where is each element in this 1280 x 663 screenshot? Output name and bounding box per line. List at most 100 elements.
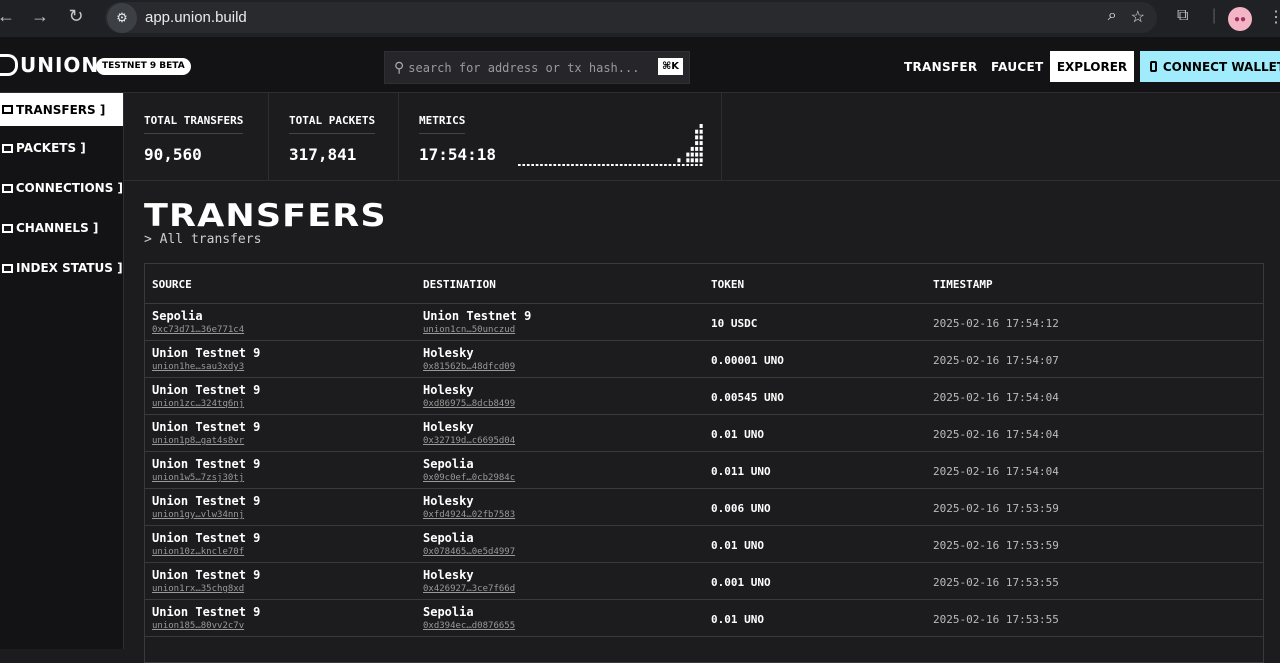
chart-baseline-tick [615, 164, 619, 166]
destination-chain: Sepolia [423, 531, 474, 545]
sidebar-item-connections[interactable]: CONNECTIONS ] [0, 168, 123, 208]
source-address[interactable]: union1p8…gat4s8vr [152, 436, 244, 446]
sidebar-item-index-status[interactable]: INDEX STATUS ] [0, 248, 123, 288]
chart-baseline-tick [597, 164, 601, 166]
table-row[interactable]: Union Testnet 9 union1he…sau3xdy3 Holesky 0… [145, 341, 1263, 378]
chart-baseline-tick [593, 164, 596, 166]
search-input[interactable] [408, 60, 649, 75]
source-address[interactable]: union1w5…7zsj30tj [152, 473, 244, 483]
timestamp: 2025-02-16 17:53:55 [933, 613, 1059, 626]
table-row[interactable]: Union Testnet 9 union185…80vv2c7v Sepolia 0… [145, 600, 1263, 637]
token-amount: 0.011 UNO [711, 465, 771, 478]
source-address[interactable]: union1zc…324tq6nj [152, 399, 244, 409]
stat-value: 90,560 [144, 145, 202, 164]
table-row[interactable]: Union Testnet 9 union1zc…324tq6nj Holesky 0… [145, 378, 1263, 415]
transfers-table: SOURCE DESTINATION TOKEN TIMESTAMP Sepol… [144, 263, 1264, 663]
chart-bar [695, 152, 699, 157]
chart-bar [695, 129, 699, 134]
explorer-button[interactable]: EXPLORER [1050, 51, 1134, 82]
chart-bar [699, 146, 703, 151]
chart-baseline-tick [540, 164, 543, 166]
forward-icon[interactable]: → [22, 6, 58, 27]
reload-icon[interactable]: ↻ [58, 6, 94, 27]
extensions-icon[interactable]: ⧉ [1177, 7, 1188, 25]
destination-address[interactable]: 0x09c0ef…0cb2984c [423, 473, 515, 483]
source-chain: Union Testnet 9 [152, 568, 261, 582]
chart-bar [695, 146, 699, 151]
destination-address[interactable]: 0xd394ec…d0876655 [423, 621, 515, 631]
sidebar-item-channels[interactable]: CHANNELS ] [0, 208, 123, 248]
timestamp: 2025-02-16 17:54:04 [933, 465, 1059, 478]
destination-address[interactable]: 0x426927…3ce7f66d [423, 584, 515, 594]
zoom-icon[interactable]: ⌕ [1108, 7, 1117, 27]
header-destination: DESTINATION [423, 278, 496, 291]
source-address[interactable]: union185…80vv2c7v [152, 621, 244, 631]
timestamp: 2025-02-16 17:53:59 [933, 539, 1059, 552]
token-amount: 0.01 UNO [711, 539, 764, 552]
destination-address[interactable]: 0xd86975…8dcb8499 [423, 399, 515, 409]
destination-chain: Sepolia [423, 457, 474, 471]
table-row[interactable]: Union Testnet 9 union1rx…35chg8xd Holesky 0… [145, 563, 1263, 600]
table-row[interactable]: Union Testnet 9 union1p8…gat4s8vr Holesky 0… [145, 415, 1263, 452]
table-body: Sepolia 0xc73d71…36e771c4 Union Testnet 9 u… [145, 304, 1263, 637]
chart-baseline-tick [518, 164, 521, 166]
sidebar-item-transfers[interactable]: TRANSFERS ] [0, 93, 123, 126]
chart-baseline-tick [606, 164, 610, 166]
chart-baseline-tick [522, 164, 526, 166]
star-icon[interactable]: ☆ [1131, 7, 1145, 27]
page-title: TRANSFERS [144, 198, 387, 234]
stat-label: TOTAL PACKETS [289, 114, 376, 134]
divider: | [1212, 7, 1217, 24]
chart-baseline-tick [526, 164, 530, 166]
stat-label: METRICS [419, 114, 466, 134]
stat-value: 17:54:18 [419, 145, 497, 164]
profile-avatar[interactable]: ●● [1228, 7, 1252, 31]
browser-menu-icon[interactable]: ⋮ [1268, 7, 1280, 27]
chart-bar [695, 135, 699, 140]
chart-baseline-tick [553, 164, 557, 166]
table-row[interactable]: Sepolia 0xc73d71…36e771c4 Union Testnet 9 u… [145, 304, 1263, 341]
chart-bar [699, 158, 703, 163]
destination-address[interactable]: 0x32719d…c6695d04 [423, 436, 515, 446]
chart-baseline-tick [642, 164, 645, 166]
token-amount: 0.006 UNO [711, 502, 771, 515]
search-shortcut: ⌘K [657, 58, 683, 75]
chart-baseline-tick [588, 164, 592, 166]
table-row[interactable]: Union Testnet 9 union10z…kncle70f Sepolia 0… [145, 526, 1263, 563]
sidebar-item-label: CHANNELS ] [16, 221, 99, 235]
source-chain: Union Testnet 9 [152, 605, 261, 619]
search-box[interactable]: ⚲ ⌘K [384, 51, 690, 84]
table-row[interactable]: Union Testnet 9 union1gy…vlw34nnj Holesky 0… [145, 489, 1263, 526]
packets-icon [2, 143, 13, 153]
nav-faucet[interactable]: FAUCET [991, 60, 1043, 74]
connect-wallet-label: CONNECT WALLET [1162, 59, 1280, 74]
destination-address[interactable]: 0x078465…0e5d4997 [423, 547, 515, 557]
connect-wallet-button[interactable]: CONNECT WALLET [1140, 51, 1280, 82]
address-bar[interactable]: ⚙ app.union.build ⌕ ☆ [105, 2, 1157, 33]
chart-baseline-tick [575, 164, 579, 166]
chart-bar [690, 158, 694, 163]
header-timestamp: TIMESTAMP [933, 278, 993, 291]
sidebar-item-packets[interactable]: PACKETS ] [0, 128, 123, 168]
source-address[interactable]: 0xc73d71…36e771c4 [152, 325, 244, 335]
destination-address[interactable]: union1cn…50unczud [423, 325, 515, 335]
destination-address[interactable]: 0xfd4924…02fb7583 [423, 510, 515, 520]
source-address[interactable]: union1he…sau3xdy3 [152, 362, 244, 372]
chart-baseline-tick [677, 164, 681, 166]
source-address[interactable]: union1gy…vlw34nnj [152, 510, 244, 520]
back-icon[interactable]: ← [0, 6, 24, 27]
site-info-icon[interactable]: ⚙ [107, 2, 137, 33]
chart-bar [690, 146, 694, 151]
table-row[interactable]: Union Testnet 9 union1w5…7zsj30tj Sepolia 0… [145, 452, 1263, 489]
destination-address[interactable]: 0x81562b…48dfcd09 [423, 362, 515, 372]
nav-transfer[interactable]: TRANSFER [904, 60, 977, 74]
token-amount: 0.00545 UNO [711, 391, 784, 404]
chart-baseline-tick [673, 164, 676, 166]
url-text[interactable]: app.union.build [145, 9, 247, 26]
token-amount: 10 USDC [711, 317, 758, 330]
chart-bar [699, 141, 703, 146]
union-logo[interactable]: UNION [0, 53, 99, 77]
chart-bar [699, 152, 703, 157]
source-address[interactable]: union1rx…35chg8xd [152, 584, 244, 594]
source-address[interactable]: union10z…kncle70f [152, 547, 244, 557]
